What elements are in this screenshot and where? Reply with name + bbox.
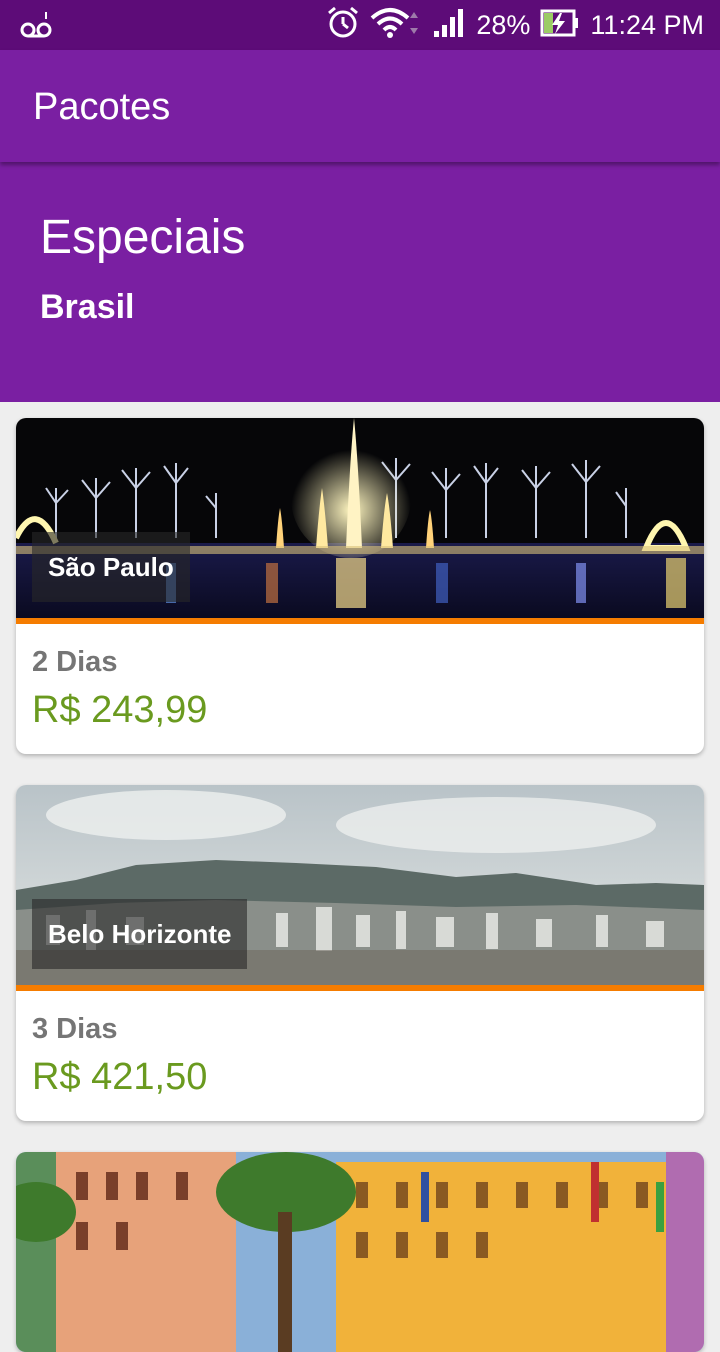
package-card[interactable] xyxy=(16,1152,704,1352)
hero-header: Especiais Brasil xyxy=(0,162,720,402)
package-image xyxy=(16,1152,704,1352)
hero-title: Especiais xyxy=(40,211,246,264)
package-price: R$ 243,99 xyxy=(32,689,208,731)
card-body: 2 Dias R$ 243,99 xyxy=(16,624,704,754)
city-label: São Paulo xyxy=(32,532,190,602)
battery-charging-icon xyxy=(540,8,580,43)
package-duration: 2 Dias xyxy=(32,646,118,678)
package-duration: 3 Dias xyxy=(32,1013,118,1045)
app-bar: Pacotes xyxy=(0,50,720,162)
package-price: R$ 421,50 xyxy=(32,1056,208,1098)
hero-subtitle: Brasil xyxy=(40,288,135,326)
package-card[interactable]: Belo Horizonte 3 Dias R$ 421,50 xyxy=(16,785,704,1121)
voicemail-icon xyxy=(20,10,54,45)
app-bar-title: Pacotes xyxy=(33,86,171,128)
alarm-icon xyxy=(326,6,360,45)
signal-icon xyxy=(432,7,466,44)
card-body: 3 Dias R$ 421,50 xyxy=(16,991,704,1121)
package-image: São Paulo xyxy=(16,418,704,618)
wifi-icon xyxy=(370,6,422,45)
clock: 11:24 PM xyxy=(590,9,704,40)
battery-percent: 28% xyxy=(476,9,531,40)
city-label: Belo Horizonte xyxy=(32,899,248,969)
status-bar: 28% 11:24 PM xyxy=(0,0,720,50)
package-image: Belo Horizonte xyxy=(16,785,704,985)
package-card[interactable]: São Paulo 2 Dias R$ 243,99 xyxy=(16,418,704,754)
